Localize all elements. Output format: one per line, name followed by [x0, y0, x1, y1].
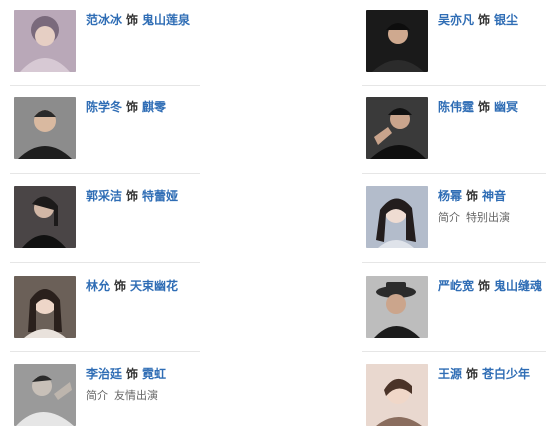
actor-photo[interactable]	[366, 97, 428, 159]
cast-credit: 李治廷饰霓虹	[86, 365, 246, 383]
as-label: 饰	[478, 100, 491, 114]
cast-card: 陈伟霆饰幽冥	[362, 97, 546, 161]
row-divider	[10, 173, 200, 174]
cast-card: 严屹宽饰鬼山缝魂	[362, 276, 546, 340]
actor-name-link[interactable]: 郭采洁	[86, 189, 122, 203]
note-label: 简介	[438, 211, 460, 224]
role-name-link[interactable]: 天束幽花	[130, 279, 178, 293]
cast-card: 林允饰天束幽花	[10, 276, 200, 340]
as-label: 饰	[126, 13, 139, 27]
actor-name-link[interactable]: 陈学冬	[86, 100, 122, 114]
cast-card: 王源饰苍白少年	[362, 364, 546, 428]
actor-photo[interactable]	[14, 10, 76, 72]
note-label: 简介	[86, 389, 108, 402]
cast-credit: 郭采洁饰特蕾娅	[86, 187, 246, 205]
cast-credit: 范冰冰饰鬼山莲泉	[86, 11, 246, 29]
role-name-link[interactable]: 银尘	[494, 13, 518, 27]
note-value: 友情出演	[114, 389, 158, 402]
cast-credit: 陈学冬饰麒零	[86, 98, 246, 116]
as-label: 饰	[126, 189, 139, 203]
cast-card: 陈学冬饰麒零	[10, 97, 200, 161]
cast-note: 简介 特别出演	[438, 210, 546, 226]
role-name-link[interactable]: 鬼山莲泉	[142, 13, 190, 27]
as-label: 饰	[478, 279, 491, 293]
cast-grid: 范冰冰饰鬼山莲泉 陈学冬饰麒零 郭采洁饰特蕾娅 林允饰天束幽花 李治廷 饰 霓虹…	[0, 0, 546, 430]
actor-photo[interactable]	[366, 10, 428, 72]
actor-photo[interactable]	[366, 186, 428, 248]
cast-credit: 王源饰苍白少年	[438, 365, 546, 383]
role-name-link[interactable]: 苍白少年	[482, 367, 530, 381]
as-label: 饰	[126, 367, 139, 381]
row-divider	[10, 85, 200, 86]
as-label: 饰	[466, 189, 479, 203]
cast-card: 杨幂饰神音 简介 特别出演	[362, 186, 546, 250]
actor-photo[interactable]	[14, 276, 76, 338]
as-label: 饰	[126, 100, 139, 114]
role-name-link[interactable]: 麒零	[142, 100, 166, 114]
role-name-link[interactable]: 鬼山缝魂	[494, 279, 542, 293]
actor-name-link[interactable]: 陈伟霆	[438, 100, 474, 114]
actor-photo[interactable]	[366, 276, 428, 338]
cast-card: 李治廷饰霓虹 简介 友情出演	[10, 364, 200, 428]
note-value: 特别出演	[466, 211, 510, 224]
actor-photo[interactable]	[14, 186, 76, 248]
cast-credit: 吴亦凡饰银尘	[438, 11, 546, 29]
as-label: 饰	[478, 13, 491, 27]
actor-name-link[interactable]: 林允	[86, 279, 110, 293]
row-divider	[362, 173, 546, 174]
role-name-link[interactable]: 幽冥	[494, 100, 518, 114]
actor-name-link[interactable]: 李治廷	[86, 367, 122, 381]
row-divider	[362, 351, 546, 352]
role-name-link[interactable]: 霓虹	[142, 367, 166, 381]
as-label: 饰	[466, 367, 479, 381]
cast-card: 范冰冰饰鬼山莲泉	[10, 10, 200, 74]
cast-credit: 严屹宽饰鬼山缝魂	[438, 277, 546, 295]
row-divider	[10, 351, 200, 352]
actor-name-link[interactable]: 严屹宽	[438, 279, 474, 293]
cast-credit: 杨幂饰神音	[438, 187, 546, 205]
actor-name-link[interactable]: 范冰冰	[86, 13, 122, 27]
actor-name-link[interactable]: 杨幂	[438, 189, 462, 203]
cast-card: 郭采洁饰特蕾娅	[10, 186, 200, 250]
actor-name-link[interactable]: 吴亦凡	[438, 13, 474, 27]
actor-photo[interactable]	[366, 364, 428, 426]
actor-photo[interactable]	[14, 97, 76, 159]
actor-name-link[interactable]: 王源	[438, 367, 462, 381]
cast-credit: 林允饰天束幽花	[86, 277, 246, 295]
actor-photo[interactable]	[14, 364, 76, 426]
row-divider	[10, 262, 200, 263]
row-divider	[362, 262, 546, 263]
cast-credit: 陈伟霆饰幽冥	[438, 98, 546, 116]
role-name-link[interactable]: 特蕾娅	[142, 189, 178, 203]
cast-card: 吴亦凡饰银尘	[362, 10, 546, 74]
cast-note: 简介 友情出演	[86, 388, 246, 404]
row-divider	[362, 85, 546, 86]
as-label: 饰	[114, 279, 127, 293]
role-name-link[interactable]: 神音	[482, 189, 506, 203]
